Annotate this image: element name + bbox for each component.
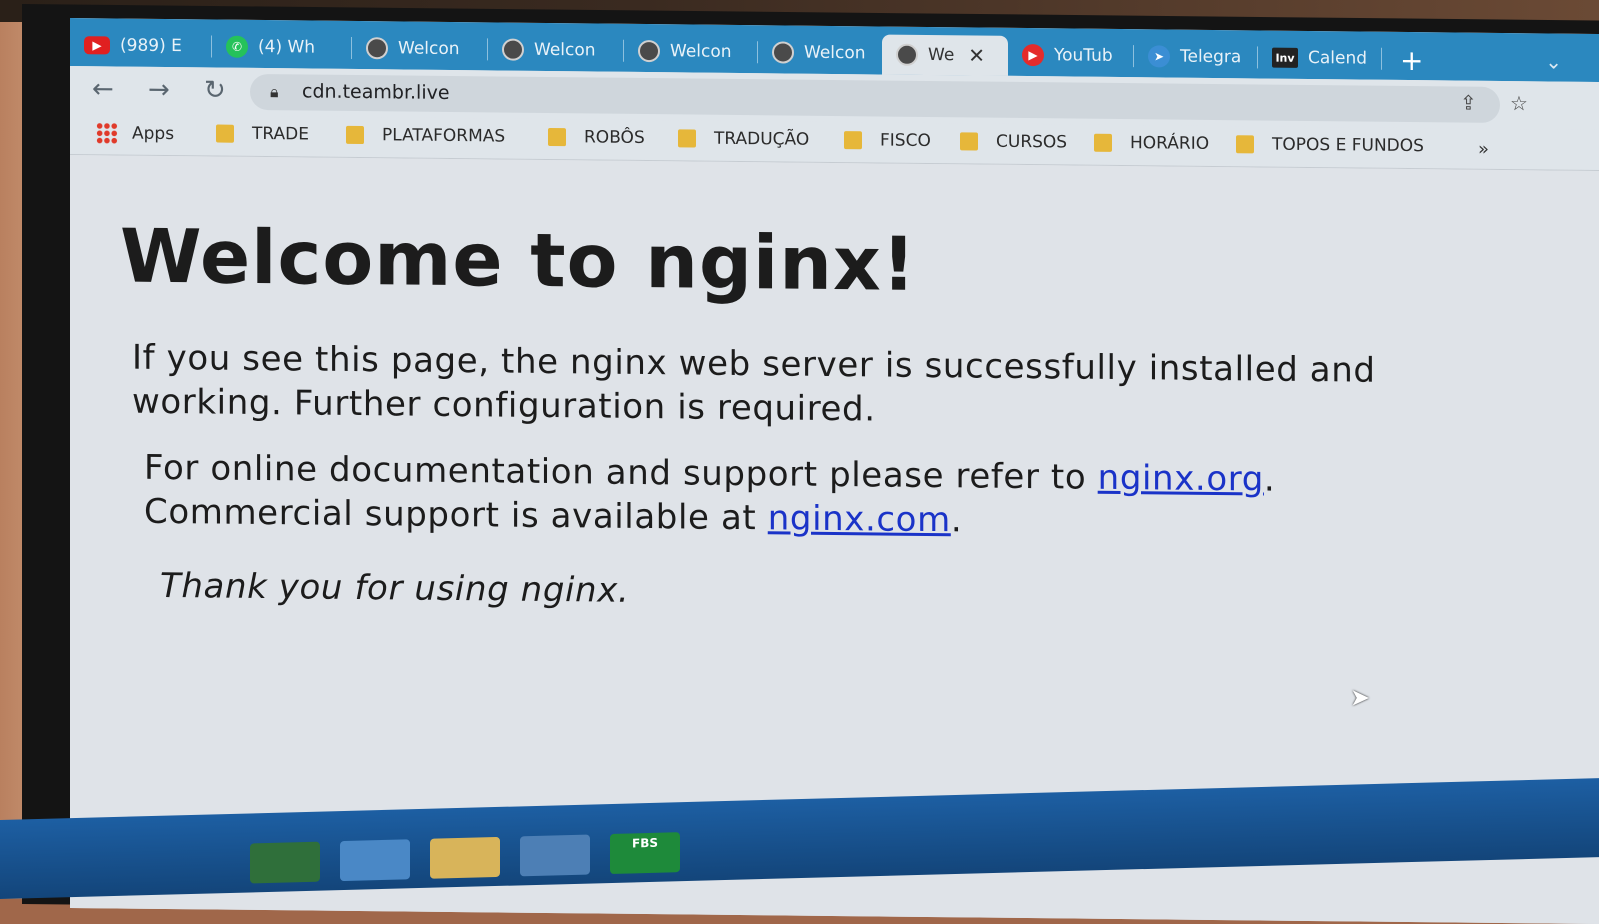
- thanks-text: Thank you for using nginx.: [160, 565, 630, 611]
- taskbar-edge-icon[interactable]: [340, 839, 410, 882]
- bookmark-folder-fisco[interactable]: FISCO: [844, 130, 931, 151]
- investing-icon: Inv: [1272, 47, 1298, 68]
- tab-label: Welcon: [804, 42, 866, 64]
- reload-icon[interactable]: ↻: [204, 75, 226, 105]
- tab-search-chevron-icon[interactable]: ⌄: [1545, 49, 1562, 73]
- tab-label: Welcon: [670, 41, 732, 62]
- tab-calendar[interactable]: Inv Calend: [1258, 40, 1382, 75]
- support-paragraph: For online documentation and support ple…: [144, 446, 1275, 546]
- tab-telegram[interactable]: ➤ Telegra: [1134, 39, 1258, 74]
- folder-icon: [678, 129, 696, 148]
- bookmark-label: TOPOS E FUNDOS: [1272, 134, 1424, 157]
- folder-icon: [1236, 135, 1254, 154]
- tab-label: YouTub: [1054, 45, 1113, 66]
- bookmark-folder-topos-e-fundos[interactable]: TOPOS E FUNDOS: [1236, 134, 1424, 156]
- globe-icon: [638, 39, 660, 63]
- taskbar-fbs-icon[interactable]: FBS: [610, 832, 680, 875]
- folder-icon: [1094, 133, 1112, 152]
- tab-welcome-3[interactable]: Welcon: [624, 34, 758, 69]
- bookmark-folder-trade[interactable]: TRADE: [216, 124, 309, 145]
- bookmark-label: HORÁRIO: [1130, 133, 1210, 154]
- bookmark-folder-traducao[interactable]: TRADUÇÃO: [678, 128, 810, 150]
- tab-welcome-1[interactable]: Welcon: [352, 31, 488, 66]
- commercial-text: Commercial support is available at: [144, 491, 768, 539]
- doc-text: For online documentation and support ple…: [144, 447, 1098, 498]
- bookmark-apps[interactable]: Apps: [96, 122, 174, 145]
- bookmark-label: Apps: [132, 123, 175, 145]
- url-text: cdn.teambr.live: [302, 80, 450, 104]
- forward-icon[interactable]: →: [148, 75, 170, 105]
- tab-youtube[interactable]: ▶ YouTub: [1008, 38, 1134, 73]
- globe-icon: [366, 37, 388, 60]
- bookmark-label: PLATAFORMAS: [382, 125, 506, 147]
- tab-welcome-2[interactable]: Welcon: [488, 32, 624, 67]
- new-tab-icon[interactable]: +: [1400, 44, 1423, 77]
- folder-icon: [346, 125, 364, 145]
- tab-label: Welcon: [398, 38, 460, 60]
- bookmark-folder-horario[interactable]: HORÁRIO: [1094, 133, 1209, 154]
- telegram-icon: ➤: [1148, 45, 1170, 68]
- bookmark-folder-robos[interactable]: ROBÔS: [548, 127, 645, 148]
- apps-grid-icon: [96, 122, 118, 145]
- bookmark-label: TRADUÇÃO: [714, 128, 810, 150]
- tab-welcome-4[interactable]: Welcon: [758, 35, 882, 70]
- tab-youtube-notifications[interactable]: ▶ (989) E: [70, 28, 212, 63]
- bookmark-label: TRADE: [252, 123, 309, 145]
- page-title: Welcome to nginx!: [120, 213, 917, 308]
- tab-label: (989) E: [120, 35, 182, 57]
- bookmark-folder-plataformas[interactable]: PLATAFORMAS: [346, 125, 505, 147]
- lock-icon[interactable]: 🔒︎: [270, 82, 279, 102]
- globe-icon: [772, 41, 794, 64]
- intro-paragraph: If you see this page, the nginx web serv…: [132, 336, 1376, 437]
- tab-whatsapp[interactable]: ✆ (4) Wh: [212, 29, 352, 64]
- more-bookmarks-button[interactable]: »: [1478, 139, 1489, 160]
- folder-icon: [844, 131, 862, 150]
- close-tab-icon[interactable]: ✕: [968, 43, 985, 67]
- nginx-org-link[interactable]: nginx.org: [1098, 458, 1264, 500]
- tab-active-welcome[interactable]: We ✕: [882, 34, 1008, 76]
- bookmark-label: FISCO: [880, 130, 931, 152]
- tab-label: Calend: [1308, 47, 1368, 69]
- taskbar-chrome-icon[interactable]: [520, 834, 590, 877]
- bookmark-label: CURSOS: [996, 131, 1068, 153]
- bookmark-star-icon[interactable]: ☆: [1510, 91, 1528, 115]
- commercial-suffix: .: [950, 500, 963, 541]
- back-icon[interactable]: ←: [92, 74, 114, 104]
- globe-icon: [502, 38, 524, 61]
- nginx-com-link[interactable]: nginx.com: [768, 498, 951, 540]
- youtube-icon: ▶: [84, 36, 110, 55]
- globe-icon: [896, 43, 918, 66]
- tab-label: (4) Wh: [258, 36, 316, 58]
- bookmark-label: ROBÔS: [584, 127, 645, 149]
- doc-suffix: .: [1263, 459, 1276, 500]
- taskbar-app-icon[interactable]: [250, 841, 320, 884]
- share-icon[interactable]: ⇪: [1460, 91, 1477, 115]
- tab-label: Telegra: [1180, 46, 1242, 68]
- tab-label: We: [928, 44, 955, 66]
- mouse-cursor-icon: ➤: [1350, 683, 1371, 712]
- bookmark-folder-cursos[interactable]: CURSOS: [960, 131, 1067, 152]
- youtube-icon: ▶: [1022, 43, 1044, 67]
- folder-icon: [960, 132, 978, 151]
- taskbar-folder-icon[interactable]: [430, 836, 500, 879]
- tab-label: Welcon: [534, 39, 596, 61]
- whatsapp-icon: ✆: [226, 35, 248, 58]
- address-bar[interactable]: 🔒︎ cdn.teambr.live: [250, 73, 1500, 123]
- folder-icon: [216, 124, 234, 143]
- folder-icon: [548, 128, 566, 147]
